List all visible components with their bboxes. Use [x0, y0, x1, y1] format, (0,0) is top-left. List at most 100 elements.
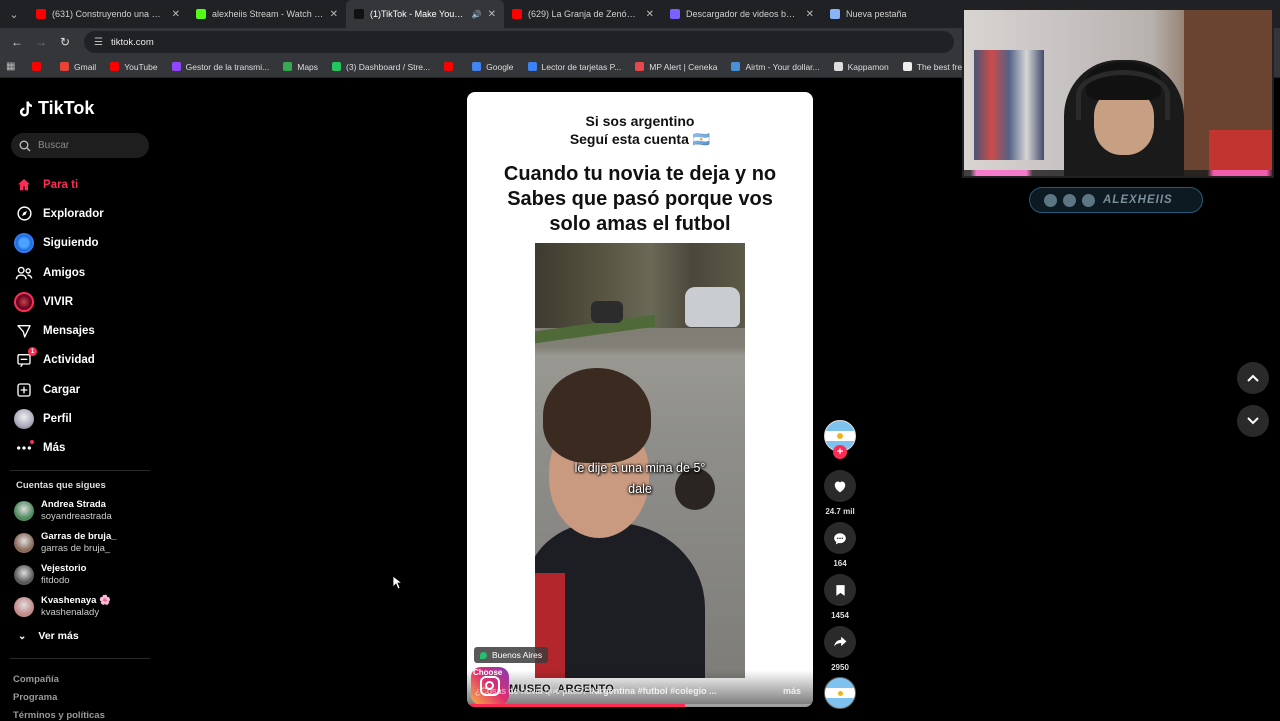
tab-title: Descargador de videos bajo de [686, 9, 800, 19]
menu-item-label: Explorador [43, 207, 104, 220]
address-bar[interactable]: ☰ tiktok.com [84, 31, 954, 53]
followed-account[interactable]: Andrea Strada soyandreastrada [14, 499, 112, 523]
bookmark-item[interactable]: Kappamon [833, 62, 889, 72]
video-title: Cuando tu novia te deja y no Sabes que p… [467, 162, 813, 237]
tab-favicon-icon [354, 9, 364, 19]
bookmark-favicon-icon [833, 62, 843, 71]
apps-grid-icon[interactable]: ▦ [6, 61, 20, 72]
divider [10, 658, 150, 659]
menu-item-label: Actividad [43, 354, 95, 367]
bookmark-item[interactable]: MP Alert | Ceneka [635, 62, 717, 72]
bookmark-item[interactable]: Google [472, 62, 514, 72]
menu-item[interactable]: 1 Actividad [14, 346, 104, 375]
webcam-border-bar [964, 170, 1272, 176]
video-title-line2: Sabes que pasó porque vos [507, 188, 773, 210]
menu-item[interactable]: Cargar [14, 375, 104, 404]
avatar [14, 597, 34, 617]
bookmark-favicon-icon [444, 62, 454, 71]
account-names: Andrea Strada soyandreastrada [41, 499, 112, 523]
tab-close-icon[interactable]: ✕ [488, 9, 496, 20]
video-title-line3: solo amas el futbol [549, 213, 731, 235]
menu-item[interactable]: Siguiendo [14, 229, 104, 258]
menu-item[interactable]: Explorador [14, 199, 104, 228]
footer-link-program[interactable]: Programa [13, 692, 57, 703]
account-username: kvashenalady [41, 607, 100, 618]
menu-item[interactable]: Perfil [14, 404, 104, 433]
hashtags[interactable]: #argentina #futbol #colegio ... [590, 686, 717, 696]
following-avatar-icon [14, 233, 34, 254]
bookmark-item[interactable] [32, 62, 46, 71]
bookmark-item[interactable]: Airtm - Your dollar... [731, 62, 820, 72]
mouse-cursor-icon [392, 575, 402, 590]
tab-audio-icon[interactable]: 🔊 [472, 10, 482, 19]
video-player[interactable]: Si sos argentino Seguí esta cuenta 🇦🇷 Cu… [467, 92, 813, 707]
activity-icon: 1 [14, 347, 37, 370]
search-icon [19, 140, 31, 151]
bookmark-item[interactable]: YouTube [110, 62, 158, 72]
bookmark-item[interactable]: (3) Dashboard / Stre... [332, 62, 430, 72]
share-button[interactable] [824, 626, 856, 658]
menu-item[interactable]: Más [14, 434, 104, 463]
menu-item-label: Para ti [43, 178, 79, 191]
bookmark-favicon-icon [32, 62, 41, 71]
browser-tab[interactable]: alexheiis Stream - Watch Live o ✕ [188, 0, 346, 28]
bookmark-favicon-icon [171, 62, 181, 71]
tab-close-icon[interactable]: ✕ [330, 9, 338, 20]
search-input[interactable]: Buscar [11, 133, 149, 158]
logo-text: TikTok [38, 98, 95, 118]
browser-tab[interactable]: Nueva pestaña [822, 0, 962, 28]
previous-video-button[interactable] [1237, 362, 1269, 394]
bookmark-item[interactable]: Lector de tarjetas P... [527, 62, 621, 72]
streamer-name: ALEXHEIIS [1103, 194, 1173, 206]
browser-tab[interactable]: (631) Construyendo una menta ✕ [28, 0, 188, 28]
back-icon[interactable]: ← [6, 31, 28, 53]
browser-tab[interactable]: (629) La Granja de Zenón - Las ✕ [504, 0, 662, 28]
menu-item[interactable]: VIVIR [14, 287, 104, 316]
see-more-button[interactable]: ⌄ Ver más [18, 630, 79, 642]
tab-search-chevron-icon[interactable]: ⌄ [0, 0, 28, 28]
footer-link-company[interactable]: Compañía [13, 674, 59, 685]
video-progress-bar[interactable] [467, 704, 813, 707]
webcam-overlay [962, 8, 1274, 178]
video-description[interactable]: ¿Cosas de novia que pasó? #argentina #fu… [475, 686, 805, 696]
tab-close-icon[interactable]: ✕ [172, 9, 180, 20]
home-icon [14, 175, 34, 195]
follow-plus-button[interactable]: + [833, 445, 847, 459]
bookmark-item[interactable]: Gestor de la transmi... [171, 62, 269, 72]
save-button[interactable] [824, 574, 856, 606]
menu-item-label: Cargar [43, 383, 81, 396]
more-link[interactable]: más [783, 686, 801, 696]
bookmark-item[interactable]: Maps [283, 62, 318, 72]
music-disc[interactable] [824, 677, 856, 709]
browser-tab[interactable]: (1)TikTok - Make Your Day 🔊 ✕ [346, 0, 504, 28]
comment-icon [834, 532, 846, 544]
share-icon [834, 636, 847, 647]
chevron-down-icon [1247, 417, 1259, 425]
browser-tab[interactable]: Descargador de videos bajo de ✕ [662, 0, 822, 28]
instagram-icon [1063, 193, 1076, 207]
comment-button[interactable] [824, 522, 856, 554]
followed-account[interactable]: Kvashenaya 🌸 kvashenalady [14, 595, 111, 619]
forward-icon[interactable]: → [30, 31, 52, 53]
tiktok-logo[interactable]: TikTok [16, 98, 94, 119]
tabs: (631) Construyendo una menta ✕ alexheiis S… [28, 0, 962, 28]
save-count: 1454 [831, 611, 849, 620]
menu-item[interactable]: Amigos [14, 258, 104, 287]
menu-item-label: VIVIR [43, 295, 74, 308]
bookmark-favicon-icon [110, 62, 120, 71]
tab-close-icon[interactable]: ✕ [646, 9, 654, 20]
account-names: Garras de bruja_ garras de bruja_ [41, 531, 117, 555]
followed-account[interactable]: Vejestorio fitdodo [14, 563, 86, 587]
bookmark-item[interactable] [444, 62, 458, 71]
bookmark-item[interactable]: Gmail [60, 62, 96, 72]
menu-item[interactable]: Para ti [14, 170, 104, 199]
followed-account[interactable]: Garras de bruja_ garras de bruja_ [14, 531, 117, 555]
tab-close-icon[interactable]: ✕ [806, 9, 814, 20]
site-settings-icon[interactable]: ☰ [94, 37, 103, 48]
menu-item[interactable]: Mensajes [14, 316, 104, 345]
reload-icon[interactable]: ↻ [54, 31, 76, 53]
next-video-button[interactable] [1237, 405, 1269, 437]
like-button[interactable] [824, 470, 856, 502]
location-tag[interactable]: Buenos Aires [474, 647, 549, 663]
footer-link-terms[interactable]: Términos y políticas [13, 710, 105, 721]
